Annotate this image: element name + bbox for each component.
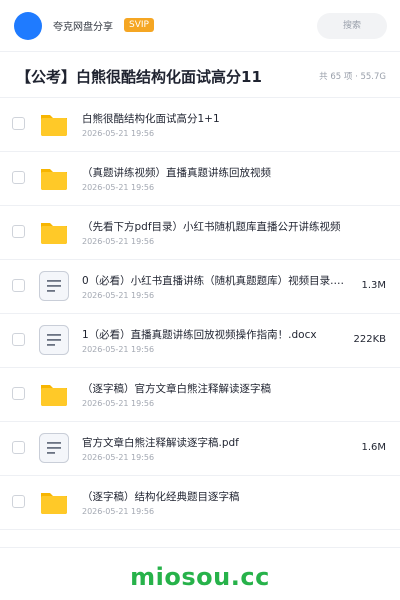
file-row[interactable]: （逐字稿）官方文章白熊注释解读逐字稿 2026-05-21 19:56 — [0, 368, 400, 422]
folder-icon — [38, 108, 70, 140]
file-date: 2026-05-21 19:56 — [82, 345, 155, 354]
file-date: 2026-05-21 19:56 — [82, 237, 155, 246]
row-checkbox[interactable] — [12, 441, 25, 454]
folder-icon — [38, 486, 70, 518]
file-row[interactable]: （逐字稿）结构化经典题目逐字稿 2026-05-21 19:56 — [0, 476, 400, 530]
search-button[interactable]: 搜索 — [317, 13, 387, 39]
avatar[interactable] — [14, 12, 42, 40]
file-date: 2026-05-21 19:56 — [82, 129, 155, 138]
watermark: miosou.cc — [130, 563, 270, 591]
site-name: 夸克网盘分享 — [53, 22, 113, 33]
file-row[interactable]: （真题讲练视频）直播真题讲练回放视频 2026-05-21 19:56 — [0, 152, 400, 206]
item-count: 共 65 项 · 55.7G — [319, 72, 386, 82]
file-name[interactable]: （逐字稿）官方文章白熊注释解读逐字稿 — [82, 381, 352, 396]
svip-badge: SVIP — [124, 18, 154, 32]
file-size: 222KB — [353, 334, 386, 345]
row-checkbox[interactable] — [12, 333, 25, 346]
document-icon — [38, 432, 70, 464]
file-row[interactable]: 白熊很酷结构化面试高分1+1 2026-05-21 19:56 — [0, 98, 400, 152]
row-checkbox[interactable] — [12, 495, 25, 508]
file-size: 1.6M — [361, 442, 386, 453]
document-icon — [38, 270, 70, 302]
row-checkbox[interactable] — [12, 225, 25, 238]
file-size: 1.3M — [361, 280, 386, 291]
folder-icon — [38, 162, 70, 194]
file-date: 2026-05-21 19:56 — [82, 183, 155, 192]
file-row[interactable]: 官方文章白熊注释解读逐字稿.pdf 2026-05-21 19:56 1.6M — [0, 422, 400, 476]
row-checkbox[interactable] — [12, 387, 25, 400]
document-icon — [38, 324, 70, 356]
file-name[interactable]: 官方文章白熊注释解读逐字稿.pdf — [82, 435, 352, 450]
folder-icon — [38, 378, 70, 410]
file-date: 2026-05-21 19:56 — [82, 507, 155, 516]
file-name[interactable]: 0（必看）小红书直播讲练（随机真题题库）视频目录.… — [82, 273, 352, 288]
file-date: 2026-05-21 19:56 — [82, 399, 155, 408]
file-name[interactable]: 1（必看）直播真题讲练回放视频操作指南！.docx — [82, 327, 352, 342]
top-bar: 夸克网盘分享 SVIP 搜索 — [0, 0, 400, 52]
file-row[interactable]: 1（必看）直播真题讲练回放视频操作指南！.docx 2026-05-21 19:5… — [0, 314, 400, 368]
file-date: 2026-05-21 19:56 — [82, 291, 155, 300]
file-date: 2026-05-21 19:56 — [82, 453, 155, 462]
page-title: 【公考】白熊很酷结构化面试高分11 — [16, 68, 262, 86]
share-header: 【公考】白熊很酷结构化面试高分11 共 65 项 · 55.7G — [0, 52, 400, 98]
list-end — [0, 530, 400, 548]
row-checkbox[interactable] — [12, 171, 25, 184]
file-row[interactable]: 0（必看）小红书直播讲练（随机真题题库）视频目录.… 2026-05-21 19:… — [0, 260, 400, 314]
file-name[interactable]: 白熊很酷结构化面试高分1+1 — [82, 111, 352, 126]
file-list: 白熊很酷结构化面试高分1+1 2026-05-21 19:56 （真题讲练视频）直播… — [0, 98, 400, 530]
file-name[interactable]: （先看下方pdf目录）小红书随机题库直播公开讲练视频 — [82, 219, 352, 234]
row-checkbox[interactable] — [12, 279, 25, 292]
file-row[interactable]: （先看下方pdf目录）小红书随机题库直播公开讲练视频 2026-05-21 19:… — [0, 206, 400, 260]
folder-icon — [38, 216, 70, 248]
row-checkbox[interactable] — [12, 117, 25, 130]
file-name[interactable]: （真题讲练视频）直播真题讲练回放视频 — [82, 165, 352, 180]
file-name[interactable]: （逐字稿）结构化经典题目逐字稿 — [82, 489, 352, 504]
